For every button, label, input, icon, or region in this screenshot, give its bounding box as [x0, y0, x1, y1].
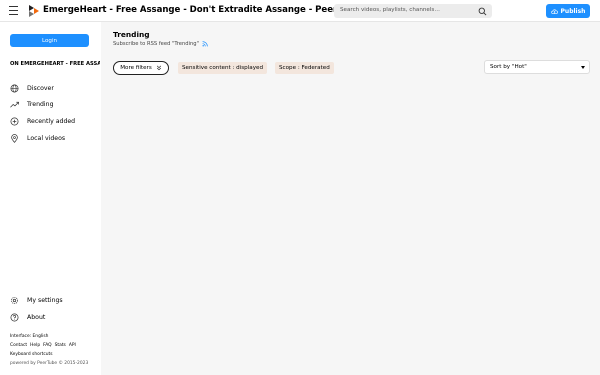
sidebar-item-label: About: [27, 313, 46, 321]
footer-link-contact[interactable]: Contact: [10, 343, 27, 348]
gear-icon: [10, 296, 19, 305]
site-title[interactable]: EmergeHeart - Free Assange - Don't Extra…: [43, 5, 360, 15]
powered-by-text[interactable]: powered by PeerTube © 2015-2023: [10, 361, 88, 366]
keyboard-shortcuts-link[interactable]: Keyboard shortcuts: [10, 352, 53, 357]
rss-icon: [202, 41, 208, 47]
search-input[interactable]: Search videos, playlists, channels…: [340, 7, 440, 13]
more-filters-button[interactable]: More filters: [113, 61, 169, 75]
sidebar-item-local-videos[interactable]: Local videos: [10, 132, 65, 144]
caret-down-icon: [581, 66, 585, 69]
sidebar: Login ON EMERGEHEART - FREE ASSANGE - DO…: [0, 22, 101, 375]
publish-label: Publish: [560, 7, 586, 15]
double-chevron-down-icon: [156, 65, 161, 71]
search-box[interactable]: Search videos, playlists, channels…: [334, 4, 492, 18]
sort-select[interactable]: Sort by "Hot": [484, 60, 590, 74]
filter-pill-sensitive-content[interactable]: Sensitive content : displayed: [178, 62, 267, 74]
page-title: Trending: [113, 30, 150, 39]
footer-links: Contact Help FAQ Stats API: [10, 343, 76, 348]
search-icon[interactable]: [478, 7, 487, 16]
footer-link-api[interactable]: API: [69, 343, 76, 348]
sidebar-item-label: My settings: [27, 296, 63, 304]
more-filters-label: More filters: [120, 65, 152, 71]
upload-cloud-icon: [550, 8, 558, 14]
footer-link-help[interactable]: Help: [30, 343, 40, 348]
interface-language[interactable]: Interface: English: [10, 334, 48, 339]
plus-circle-icon: [10, 117, 19, 126]
location-pin-icon: [10, 133, 19, 143]
sidebar-item-discover[interactable]: Discover: [10, 82, 54, 94]
menu-toggle-icon[interactable]: [9, 6, 18, 15]
instance-heading: ON EMERGEHEART - FREE ASSANGE - DON'T EX…: [10, 61, 100, 67]
main-content: Trending Subscribe to RSS feed "Trending…: [101, 22, 600, 375]
sidebar-item-trending[interactable]: Trending: [10, 98, 54, 110]
login-button[interactable]: Login: [10, 34, 89, 47]
footer-link-faq[interactable]: FAQ: [43, 343, 52, 348]
publish-button[interactable]: Publish: [546, 4, 590, 18]
sidebar-item-label: Trending: [27, 100, 54, 108]
rss-label: Subscribe to RSS feed "Trending": [113, 41, 199, 47]
filter-pill-scope[interactable]: Scope : Federated: [275, 62, 334, 74]
sidebar-item-my-settings[interactable]: My settings: [10, 294, 63, 306]
footer-link-stats[interactable]: Stats: [55, 343, 66, 348]
sort-label: Sort by "Hot": [490, 64, 527, 70]
sidebar-item-about[interactable]: About: [10, 311, 45, 323]
rss-subscribe-link[interactable]: Subscribe to RSS feed "Trending": [113, 41, 208, 47]
sidebar-item-label: Recently added: [27, 117, 76, 125]
trending-icon: [10, 100, 19, 109]
help-icon: [10, 313, 19, 322]
globe-icon: [10, 84, 19, 93]
top-header: EmergeHeart - Free Assange - Don't Extra…: [0, 0, 600, 22]
sidebar-item-recently-added[interactable]: Recently added: [10, 115, 75, 127]
peertube-logo-icon[interactable]: [27, 5, 39, 17]
sidebar-item-label: Discover: [27, 84, 54, 92]
sidebar-item-label: Local videos: [27, 134, 66, 142]
